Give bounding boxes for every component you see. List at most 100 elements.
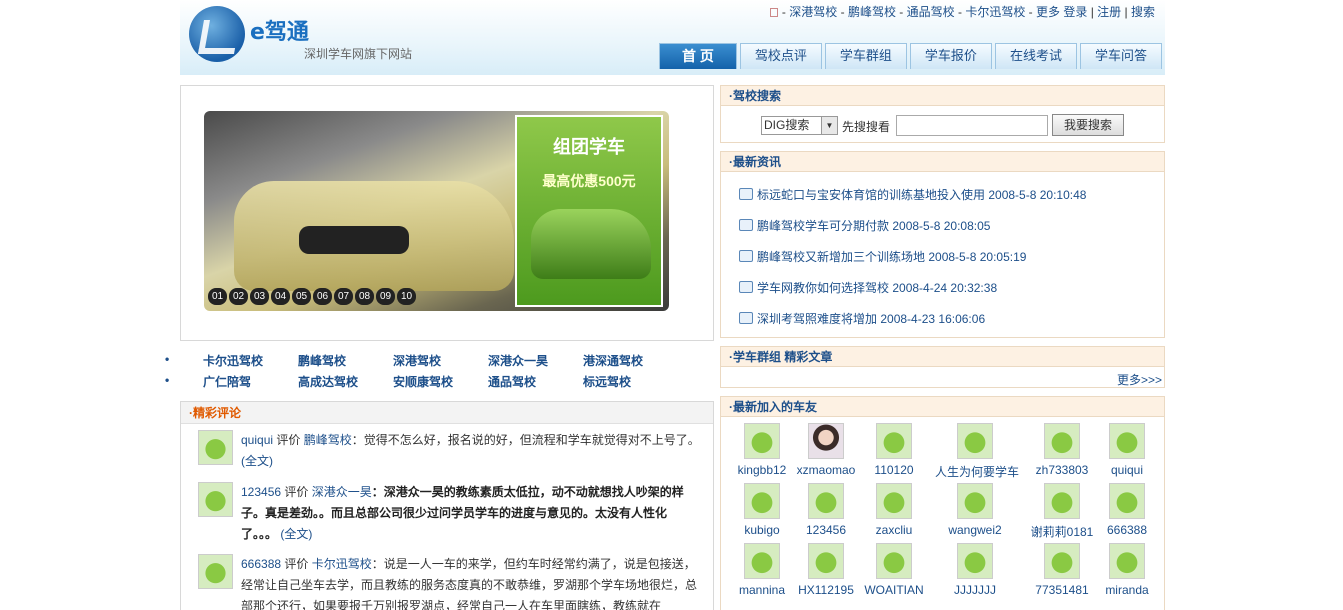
- nav-tab-reviews[interactable]: 驾校点评: [739, 43, 822, 69]
- avatar[interactable]: [1044, 543, 1080, 579]
- news-item[interactable]: 学车网教你如何选择驾校 2008-4-24 20:32:38: [739, 279, 997, 296]
- search-type-select[interactable]: DIG搜索 ▼: [761, 116, 838, 135]
- comment-school[interactable]: 鹏峰驾校: [304, 433, 352, 447]
- news-item[interactable]: 鹏峰驾校又新增加三个训练场地 2008-5-8 20:05:19: [739, 248, 1026, 265]
- slide-button[interactable]: 05: [292, 288, 311, 305]
- slide-button[interactable]: 07: [334, 288, 353, 305]
- avatar[interactable]: [957, 543, 993, 579]
- avatar[interactable]: [1109, 423, 1145, 459]
- avatar[interactable]: [1109, 483, 1145, 519]
- search-input[interactable]: [896, 115, 1048, 136]
- news-headline[interactable]: 鹏峰驾校又新增加三个训练场地: [757, 250, 925, 264]
- news-headline[interactable]: 鹏峰驾校学车可分期付款: [757, 219, 889, 233]
- avatar[interactable]: [808, 483, 844, 519]
- school-link[interactable]: 高成达驾校: [298, 373, 393, 393]
- slide-button[interactable]: 09: [376, 288, 395, 305]
- comment-more-link[interactable]: (全文): [241, 454, 273, 468]
- register-link[interactable]: 注册: [1097, 5, 1121, 19]
- member-name[interactable]: JJJJJJJ: [935, 583, 1015, 597]
- top-link-school[interactable]: 深港驾校: [789, 5, 837, 19]
- avatar[interactable]: [744, 543, 780, 579]
- avatar[interactable]: [957, 483, 993, 519]
- member-name[interactable]: miranda: [1087, 583, 1167, 597]
- comment-user[interactable]: quiqui: [241, 433, 273, 447]
- logo-icon[interactable]: [189, 6, 245, 62]
- slide-button[interactable]: 08: [355, 288, 374, 305]
- school-link[interactable]: 深港驾校: [393, 352, 488, 372]
- news-item[interactable]: 鹏峰驾校学车可分期付款 2008-5-8 20:08:05: [739, 217, 990, 234]
- member-item[interactable]: quiqui: [1087, 423, 1167, 477]
- search-button[interactable]: 我要搜索: [1052, 114, 1124, 136]
- member-name[interactable]: wangwei2: [935, 523, 1015, 537]
- logo-text[interactable]: e驾通: [250, 14, 309, 46]
- avatar[interactable]: [1044, 423, 1080, 459]
- member-name[interactable]: quiqui: [1087, 463, 1167, 477]
- chevron-down-icon[interactable]: ▼: [821, 117, 837, 134]
- top-link-school[interactable]: 通品驾校: [907, 5, 955, 19]
- member-name[interactable]: 人生为何要学车: [935, 463, 1019, 480]
- news-headline[interactable]: 标远蛇口与宝安体育馆的训练基地投入使用: [757, 188, 985, 202]
- member-item[interactable]: WOAITIAN: [854, 543, 934, 597]
- member-item[interactable]: miranda: [1087, 543, 1167, 597]
- member-name[interactable]: 666388: [1087, 523, 1167, 537]
- nav-tab-exam[interactable]: 在线考试: [994, 43, 1077, 69]
- slide-button[interactable]: 04: [271, 288, 290, 305]
- top-link-more[interactable]: 更多: [1036, 5, 1060, 19]
- school-link[interactable]: 深港众一昊: [488, 352, 583, 372]
- member-item[interactable]: JJJJJJJ: [935, 543, 1015, 597]
- avatar[interactable]: [808, 543, 844, 579]
- comment-more-link[interactable]: (全文): [280, 527, 312, 541]
- login-link[interactable]: 登录: [1063, 5, 1087, 19]
- nav-tab-groups[interactable]: 学车群组: [824, 43, 907, 69]
- member-name[interactable]: WOAITIAN: [854, 583, 934, 597]
- news-item[interactable]: 深圳考驾照难度将增加 2008-4-23 16:06:06: [739, 310, 985, 327]
- avatar[interactable]: [744, 483, 780, 519]
- avatar[interactable]: [1044, 483, 1080, 519]
- slide-button[interactable]: 03: [250, 288, 269, 305]
- slide-button[interactable]: 01: [208, 288, 227, 305]
- nav-tab-home[interactable]: 首 页: [659, 43, 737, 69]
- member-item[interactable]: 110120: [854, 423, 934, 477]
- search-link[interactable]: 搜索: [1131, 5, 1155, 19]
- school-link[interactable]: 港深通驾校: [583, 352, 678, 372]
- avatar[interactable]: [876, 543, 912, 579]
- promo-card[interactable]: 组团学车 最高优惠500元: [515, 115, 663, 307]
- comment-school[interactable]: 卡尔迅驾校: [312, 557, 372, 571]
- school-link[interactable]: 鹏峰驾校: [298, 352, 393, 372]
- school-link[interactable]: 安顺康驾校: [393, 373, 488, 393]
- member-name[interactable]: 110120: [854, 463, 934, 477]
- slide-button[interactable]: 10: [397, 288, 416, 305]
- news-item[interactable]: 标远蛇口与宝安体育馆的训练基地投入使用 2008-5-8 20:10:48: [739, 186, 1086, 203]
- banner-slideshow[interactable]: 组团学车 最高优惠500元 01 02 03 04 05 06 07 08 09…: [204, 111, 669, 311]
- avatar[interactable]: [198, 554, 233, 589]
- avatar[interactable]: [876, 483, 912, 519]
- nav-tab-prices[interactable]: 学车报价: [909, 43, 992, 69]
- slide-button[interactable]: 02: [229, 288, 248, 305]
- member-item[interactable]: zaxcliu: [854, 483, 934, 537]
- nav-tab-qa[interactable]: 学车问答: [1079, 43, 1162, 69]
- school-link[interactable]: 标远驾校: [583, 373, 678, 393]
- member-item[interactable]: wangwei2: [935, 483, 1015, 537]
- avatar[interactable]: [198, 482, 233, 517]
- member-item[interactable]: 666388: [1087, 483, 1167, 537]
- avatar[interactable]: [198, 430, 233, 465]
- top-link-school[interactable]: 鹏峰驾校: [848, 5, 896, 19]
- avatar[interactable]: [1109, 543, 1145, 579]
- avatar[interactable]: [957, 423, 993, 459]
- comment-user[interactable]: 123456: [241, 485, 281, 499]
- school-link[interactable]: 通品驾校: [488, 373, 583, 393]
- more-link[interactable]: 更多>>>: [1117, 371, 1162, 388]
- school-link[interactable]: 卡尔迅驾校: [203, 352, 298, 372]
- news-headline[interactable]: 深圳考驾照难度将增加: [757, 312, 877, 326]
- avatar[interactable]: [808, 423, 844, 459]
- school-link[interactable]: 广仁陪驾: [203, 373, 298, 393]
- member-item[interactable]: 人生为何要学车: [935, 423, 1019, 480]
- member-name[interactable]: zaxcliu: [854, 523, 934, 537]
- top-link-school[interactable]: 卡尔迅驾校: [965, 5, 1025, 19]
- avatar[interactable]: [744, 423, 780, 459]
- avatar[interactable]: [876, 423, 912, 459]
- slide-button[interactable]: 06: [313, 288, 332, 305]
- comment-user[interactable]: 666388: [241, 557, 281, 571]
- comment-school[interactable]: 深港众一昊: [312, 485, 372, 499]
- news-headline[interactable]: 学车网教你如何选择驾校: [757, 281, 889, 295]
